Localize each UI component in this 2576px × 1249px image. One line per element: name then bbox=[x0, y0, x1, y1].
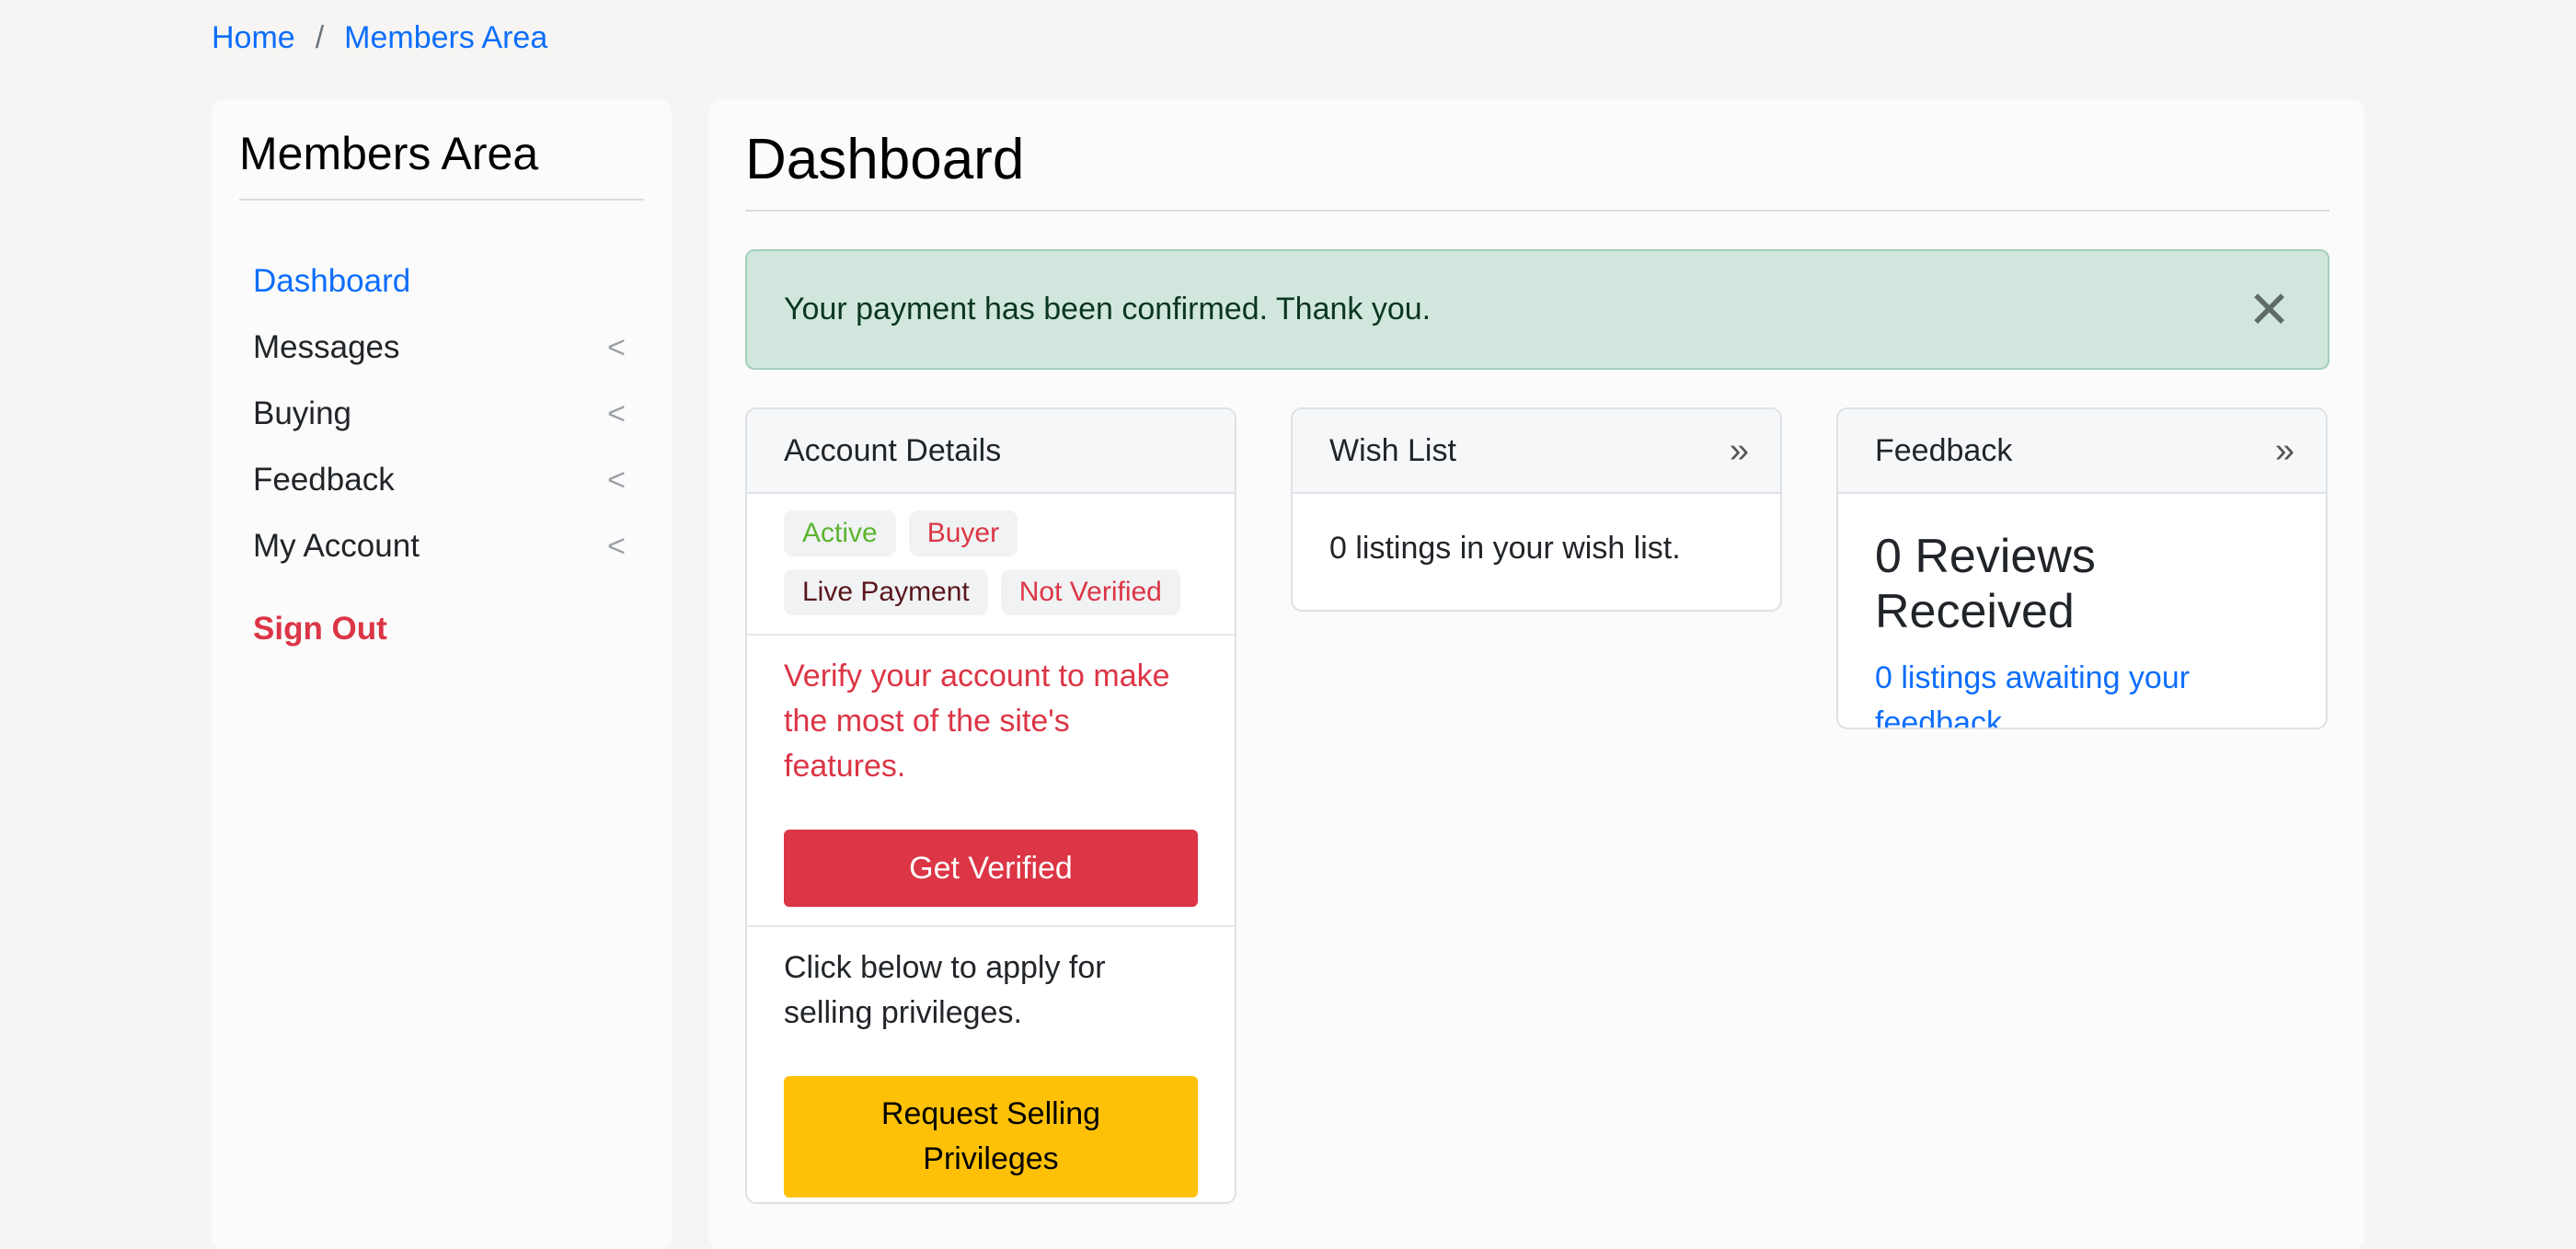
wish-list-card: Wish List » 0 listings in your wish list… bbox=[1291, 407, 1782, 612]
title-divider bbox=[745, 210, 2329, 212]
verification-badge: Not Verified bbox=[1000, 569, 1180, 615]
sidebar-item-messages[interactable]: Messages < bbox=[253, 315, 626, 381]
alert-message: Your payment has been confirmed. Thank y… bbox=[784, 292, 1432, 327]
page-title: Dashboard bbox=[745, 128, 1025, 191]
card-title: Account Details bbox=[784, 432, 1002, 468]
sidebar-item-label: Messages bbox=[253, 329, 400, 365]
selling-section: Click below to apply for selling privile… bbox=[747, 925, 1235, 1197]
sign-out-link[interactable]: Sign Out bbox=[253, 596, 626, 662]
awaiting-feedback-link[interactable]: 0 listings awaiting your feedback. bbox=[1875, 656, 2289, 728]
sidebar-item-my-account[interactable]: My Account < bbox=[253, 513, 626, 579]
sidebar-item-label: Dashboard bbox=[253, 263, 411, 299]
breadcrumb: Home / Members Area bbox=[212, 20, 547, 56]
role-badge-buyer: Buyer bbox=[908, 510, 1018, 556]
sidebar-item-dashboard[interactable]: Dashboard bbox=[253, 248, 626, 315]
sidebar-item-label: Feedback bbox=[253, 462, 395, 498]
chevron-left-icon: < bbox=[607, 329, 626, 365]
payment-badge-live: Live Payment bbox=[784, 569, 988, 615]
sidebar-nav: Dashboard Messages < Buying < Feedback <… bbox=[253, 248, 626, 662]
payment-confirmed-alert: Your payment has been confirmed. Thank y… bbox=[745, 249, 2329, 370]
card-header: Wish List » bbox=[1293, 409, 1780, 494]
sidebar-item-feedback[interactable]: Feedback < bbox=[253, 447, 626, 513]
sidebar: Members Area Dashboard Messages < Buying… bbox=[212, 99, 672, 1249]
sidebar-title: Members Area bbox=[239, 128, 539, 179]
sidebar-item-label: Buying bbox=[253, 395, 352, 431]
status-badge-active: Active bbox=[784, 510, 896, 556]
badge-group: Active Buyer Live Payment Not Verified bbox=[784, 494, 1198, 634]
chevron-left-icon: < bbox=[607, 462, 626, 498]
account-badges-section: Active Buyer Live Payment Not Verified bbox=[747, 494, 1235, 634]
chevron-left-icon: < bbox=[607, 528, 626, 564]
double-chevron-right-icon[interactable]: » bbox=[1730, 431, 1749, 471]
feedback-body: 0 Reviews Received 0 listings awaiting y… bbox=[1838, 494, 2326, 728]
card-title: Wish List bbox=[1329, 432, 1456, 468]
main-panel: Dashboard Your payment has been confirme… bbox=[708, 99, 2364, 1249]
reviews-received-count: 0 Reviews Received bbox=[1875, 530, 2096, 638]
sidebar-item-label: My Account bbox=[253, 528, 420, 564]
verify-message: Verify your account to make the most of … bbox=[784, 659, 1170, 784]
card-header: Account Details bbox=[747, 409, 1235, 494]
card-title: Feedback bbox=[1875, 432, 2013, 468]
breadcrumb-members-area-link[interactable]: Members Area bbox=[344, 20, 547, 56]
breadcrumb-separator: / bbox=[315, 20, 325, 55]
verify-section: Verify your account to make the most of … bbox=[747, 634, 1235, 907]
close-icon[interactable]: ✕ bbox=[2248, 283, 2291, 336]
sidebar-item-buying[interactable]: Buying < bbox=[253, 381, 626, 447]
request-selling-privileges-button[interactable]: Request Selling Privileges bbox=[784, 1076, 1198, 1197]
breadcrumb-home-link[interactable]: Home bbox=[212, 20, 295, 56]
get-verified-button[interactable]: Get Verified bbox=[784, 830, 1198, 907]
double-chevron-right-icon[interactable]: » bbox=[2275, 431, 2294, 471]
selling-message: Click below to apply for selling privile… bbox=[784, 950, 1106, 1030]
feedback-card: Feedback » 0 Reviews Received 0 listings… bbox=[1836, 407, 2328, 729]
account-details-card: Account Details Active Buyer Live Paymen… bbox=[745, 407, 1236, 1204]
sidebar-divider bbox=[239, 199, 644, 201]
card-header: Feedback » bbox=[1838, 409, 2326, 494]
chevron-left-icon: < bbox=[607, 395, 626, 431]
wish-list-summary: 0 listings in your wish list. bbox=[1329, 531, 1681, 566]
